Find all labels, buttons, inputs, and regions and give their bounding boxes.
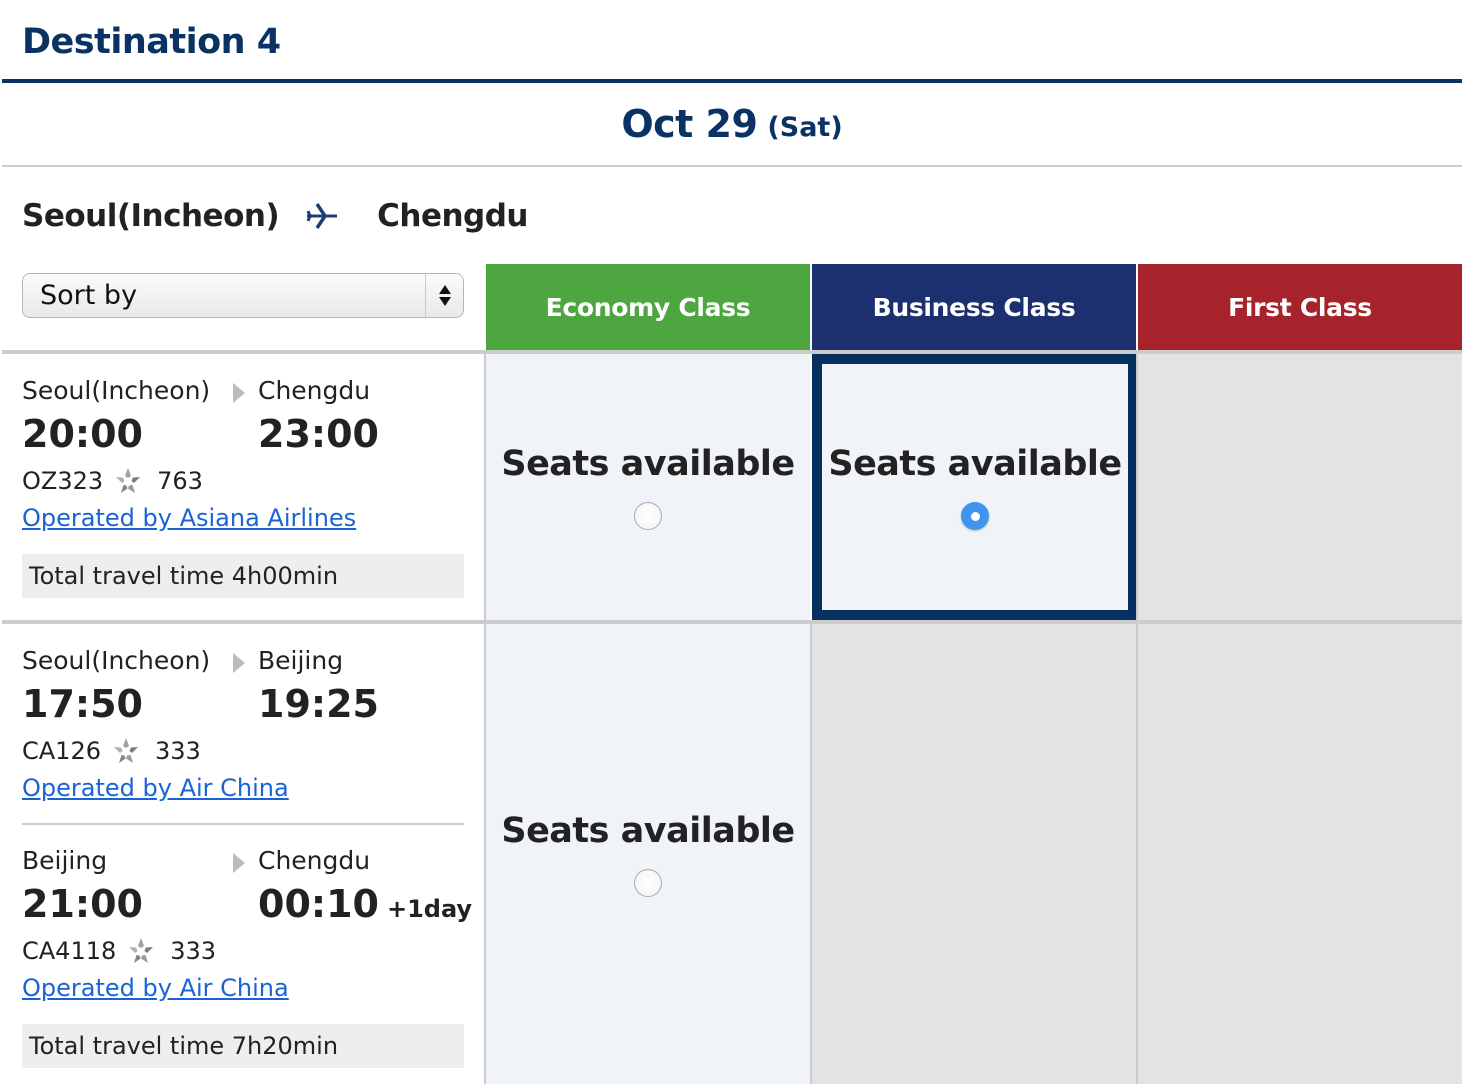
column-divider <box>810 624 812 1084</box>
flight-leg: Seoul(Incheon) Chengdu 20:00 23:00 OZ323… <box>22 376 464 536</box>
arrow-right-icon <box>233 653 245 673</box>
operated-by-link[interactable]: Operated by Air China <box>22 974 289 1002</box>
seats-available-label: Seats available <box>501 811 795 851</box>
airplane-icon <box>305 201 341 231</box>
next-day-indicator: +1day <box>386 895 473 923</box>
operated-by-link[interactable]: Operated by Asiana Airlines <box>22 504 356 532</box>
economy-class-header: Economy Class <box>486 264 810 350</box>
arrow-right-icon <box>233 853 245 873</box>
leg-origin: Beijing <box>22 846 108 875</box>
business-fare-cell <box>812 624 1136 1084</box>
leg-destination: Beijing <box>258 646 344 675</box>
route-destination: Chengdu <box>377 198 528 234</box>
route-heading: Seoul(Incheon) Chengdu <box>22 196 528 236</box>
flight-option-1: Seoul(Incheon) Chengdu 20:00 23:00 OZ323… <box>22 376 464 598</box>
flight-number: CA126 <box>22 737 101 765</box>
leg-divider <box>22 823 464 825</box>
flight-number-row: OZ323 763 <box>22 466 203 496</box>
leg-origin: Seoul(Incheon) <box>22 646 211 675</box>
flight-number: OZ323 <box>22 467 104 495</box>
arrival-time: 23:00 <box>258 412 379 456</box>
flight-leg: Beijing Chengdu 21:00 00:10 +1day CA4118 … <box>22 846 472 1006</box>
flight-option-2: Seoul(Incheon) Beijing 17:50 19:25 CA126… <box>22 646 472 1068</box>
total-travel-time: Total travel time 7h20min <box>22 1024 464 1068</box>
date-header: Oct 29 (Sat) <box>2 83 1462 167</box>
departure-time: 21:00 <box>22 882 143 926</box>
select-arrows-icon <box>425 274 463 317</box>
sort-by-select[interactable]: Sort by <box>22 273 464 318</box>
flight-date: Oct 29 <box>621 102 758 146</box>
flight-number: CA4118 <box>22 937 117 965</box>
column-divider <box>1136 354 1138 1084</box>
arrival-time: 19:25 <box>258 682 379 726</box>
seats-available-label: Seats available <box>828 444 1122 484</box>
leg-destination: Chengdu <box>258 846 371 875</box>
aircraft-type: 763 <box>157 467 203 495</box>
economy-fare-cell[interactable]: Seats available <box>486 624 810 1084</box>
departure-time: 17:50 <box>22 682 143 726</box>
destination-title: Destination 4 <box>22 22 281 62</box>
flight-weekday: (Sat) <box>767 111 843 143</box>
first-fare-cell <box>1138 354 1462 620</box>
leg-origin: Seoul(Incheon) <box>22 376 211 405</box>
first-class-header: First Class <box>1138 264 1462 350</box>
aircraft-type: 333 <box>154 737 201 765</box>
aircraft-type: 333 <box>170 937 217 965</box>
business-fare-cell[interactable]: Seats available <box>812 354 1138 620</box>
business-fare-radio[interactable] <box>961 502 989 530</box>
star-alliance-icon <box>126 936 156 966</box>
first-fare-cell <box>1138 624 1462 1084</box>
leg-destination: Chengdu <box>258 376 371 405</box>
business-class-header: Business Class <box>812 264 1136 350</box>
economy-fare-radio[interactable] <box>634 502 662 530</box>
total-travel-time: Total travel time 4h00min <box>22 554 464 598</box>
seats-available-label: Seats available <box>501 444 795 484</box>
star-alliance-icon <box>113 466 143 496</box>
economy-fare-cell[interactable]: Seats available <box>486 354 810 620</box>
sort-by-label: Sort by <box>40 280 138 311</box>
flight-leg: Seoul(Incheon) Beijing 17:50 19:25 CA126… <box>22 646 464 806</box>
economy-fare-radio[interactable] <box>634 869 662 897</box>
arrival-time: 00:10 +1day <box>258 882 473 926</box>
flight-number-row: CA126 333 <box>22 736 201 766</box>
star-alliance-icon <box>111 736 141 766</box>
departure-time: 20:00 <box>22 412 143 456</box>
arrow-right-icon <box>233 383 245 403</box>
operated-by-link[interactable]: Operated by Air China <box>22 774 289 802</box>
flight-number-row: CA4118 333 <box>22 936 216 966</box>
route-origin: Seoul(Incheon) <box>22 198 280 234</box>
